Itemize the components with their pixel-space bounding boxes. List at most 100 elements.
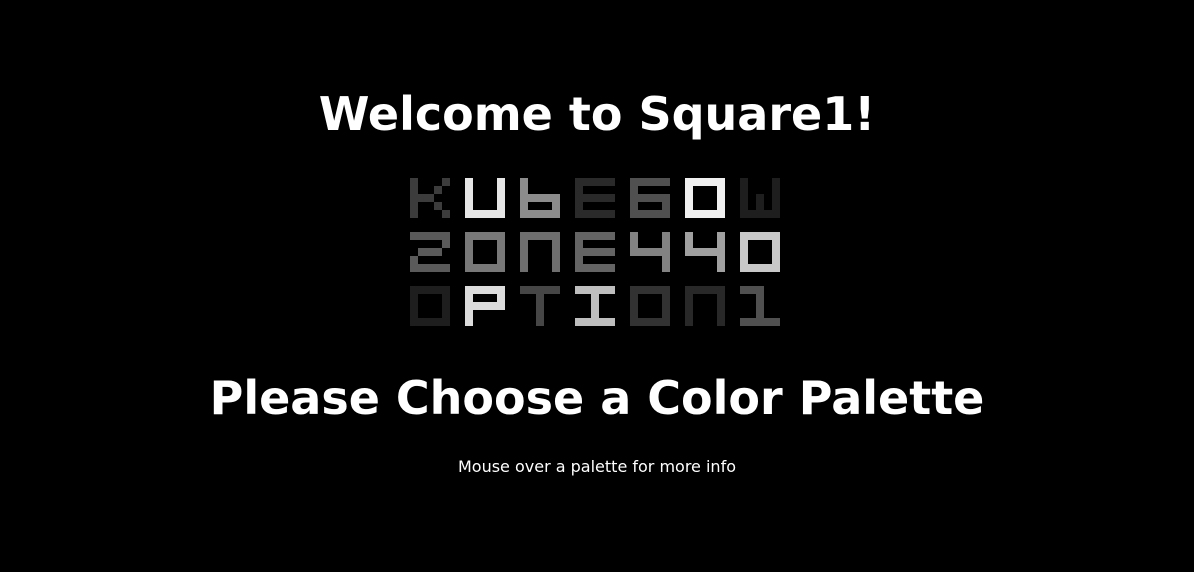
palette-tile-zone440-6[interactable] xyxy=(740,232,780,272)
palette-pixel xyxy=(693,286,701,294)
palette-pixel xyxy=(693,178,701,186)
palette-pixel xyxy=(772,240,780,248)
palette-tile-kube6ow-4[interactable] xyxy=(630,178,670,218)
palette-pixel xyxy=(772,210,780,218)
palette-pixel xyxy=(442,286,450,294)
palette-pixel xyxy=(685,302,693,310)
palette-pixel xyxy=(583,210,591,218)
palette-pixel xyxy=(607,286,615,294)
palette-pixel xyxy=(552,264,560,272)
palette-pixel xyxy=(599,318,607,326)
palette-tile-option1-6[interactable] xyxy=(740,286,780,326)
palette-pixel xyxy=(410,264,418,272)
palette-pixel xyxy=(756,210,764,218)
palette-pixel xyxy=(717,286,725,294)
palette-tile-zone440-2[interactable] xyxy=(520,232,560,272)
palette-pixel xyxy=(497,256,505,264)
palette-pixel xyxy=(740,286,748,294)
palette-pixel xyxy=(434,264,442,272)
palette-pixel xyxy=(599,248,607,256)
palette-tile-kube6ow-0[interactable] xyxy=(410,178,450,218)
palette-tile-option1-2[interactable] xyxy=(520,286,560,326)
palette-pixel xyxy=(410,294,418,302)
palette-logo-svg xyxy=(410,178,780,326)
palette-pixel xyxy=(544,232,552,240)
palette-pixel xyxy=(591,310,599,318)
palette-pixel xyxy=(497,264,505,272)
palette-pixel xyxy=(685,286,693,294)
palette-pixel xyxy=(630,248,638,256)
palette-pixel xyxy=(520,194,528,202)
palette-pixel xyxy=(489,210,497,218)
palette-pixel xyxy=(740,232,748,240)
palette-pixel xyxy=(662,178,670,186)
palette-pixel xyxy=(701,178,709,186)
palette-pixel xyxy=(630,202,638,210)
palette-pixel xyxy=(709,210,717,218)
palette-pixel xyxy=(740,210,748,218)
palette-pixel xyxy=(481,286,489,294)
palette-tile-option1-4[interactable] xyxy=(630,286,670,326)
palette-pixel xyxy=(465,210,473,218)
palette-pixel xyxy=(709,286,717,294)
palette-pixel xyxy=(646,286,654,294)
palette-pixel xyxy=(418,232,426,240)
palette-pixel xyxy=(772,202,780,210)
palette-pixel xyxy=(772,178,780,186)
palette-pixel xyxy=(662,240,670,248)
palette-pixel xyxy=(607,264,615,272)
palette-pixel xyxy=(465,202,473,210)
palette-pixel xyxy=(465,186,473,194)
palette-pixel xyxy=(489,302,497,310)
palette-pixel xyxy=(575,194,583,202)
palette-tile-zone440-4[interactable] xyxy=(630,232,670,272)
palette-pixel xyxy=(410,194,418,202)
palette-tile-zone440-1[interactable] xyxy=(465,232,505,272)
palette-pixel xyxy=(465,256,473,264)
palette-tile-kube6ow-3[interactable] xyxy=(575,178,615,218)
palette-pixel xyxy=(536,232,544,240)
palette-tile-option1-1[interactable] xyxy=(465,286,505,326)
palette-pixel xyxy=(591,294,599,302)
palette-pixel xyxy=(607,210,615,218)
palette-pixel xyxy=(646,178,654,186)
palette-pixel xyxy=(418,264,426,272)
palette-kube6ow[interactable] xyxy=(410,178,780,218)
palette-pixel xyxy=(489,232,497,240)
palette-pixel xyxy=(520,178,528,186)
palette-pixel xyxy=(583,248,591,256)
palette-pixel xyxy=(740,202,748,210)
palette-tile-kube6ow-6[interactable] xyxy=(740,178,780,218)
palette-tile-kube6ow-1[interactable] xyxy=(465,178,505,218)
palette-pixel xyxy=(630,194,638,202)
palette-tile-kube6ow-5[interactable] xyxy=(685,178,725,218)
palette-pixel xyxy=(654,178,662,186)
palette-pixel xyxy=(662,194,670,202)
palette-pixel xyxy=(717,186,725,194)
palette-zone440[interactable] xyxy=(410,232,780,272)
palette-tile-kube6ow-2[interactable] xyxy=(520,178,560,218)
palette-pixel xyxy=(638,194,646,202)
palette-pixel xyxy=(410,210,418,218)
palette-pixel xyxy=(583,264,591,272)
palette-tile-zone440-5[interactable] xyxy=(685,232,725,272)
palette-pixel xyxy=(591,178,599,186)
palette-tile-zone440-3[interactable] xyxy=(575,232,615,272)
palette-pixel xyxy=(717,264,725,272)
palette-option1[interactable] xyxy=(410,286,780,326)
palette-pixel xyxy=(442,240,450,248)
palette-pixel xyxy=(685,194,693,202)
palette-tile-option1-0[interactable] xyxy=(410,286,450,326)
palette-pixel xyxy=(685,240,693,248)
palette-pixel xyxy=(717,248,725,256)
palette-pixel xyxy=(465,264,473,272)
palette-pixel xyxy=(465,178,473,186)
palette-pixel xyxy=(544,194,552,202)
palette-tile-option1-3[interactable] xyxy=(575,286,615,326)
palette-pixel xyxy=(740,264,748,272)
palette-pixel xyxy=(497,286,505,294)
palette-pixel xyxy=(756,318,764,326)
palette-pixel xyxy=(434,286,442,294)
palette-tile-option1-5[interactable] xyxy=(685,286,725,326)
palette-tile-zone440-0[interactable] xyxy=(410,232,450,272)
